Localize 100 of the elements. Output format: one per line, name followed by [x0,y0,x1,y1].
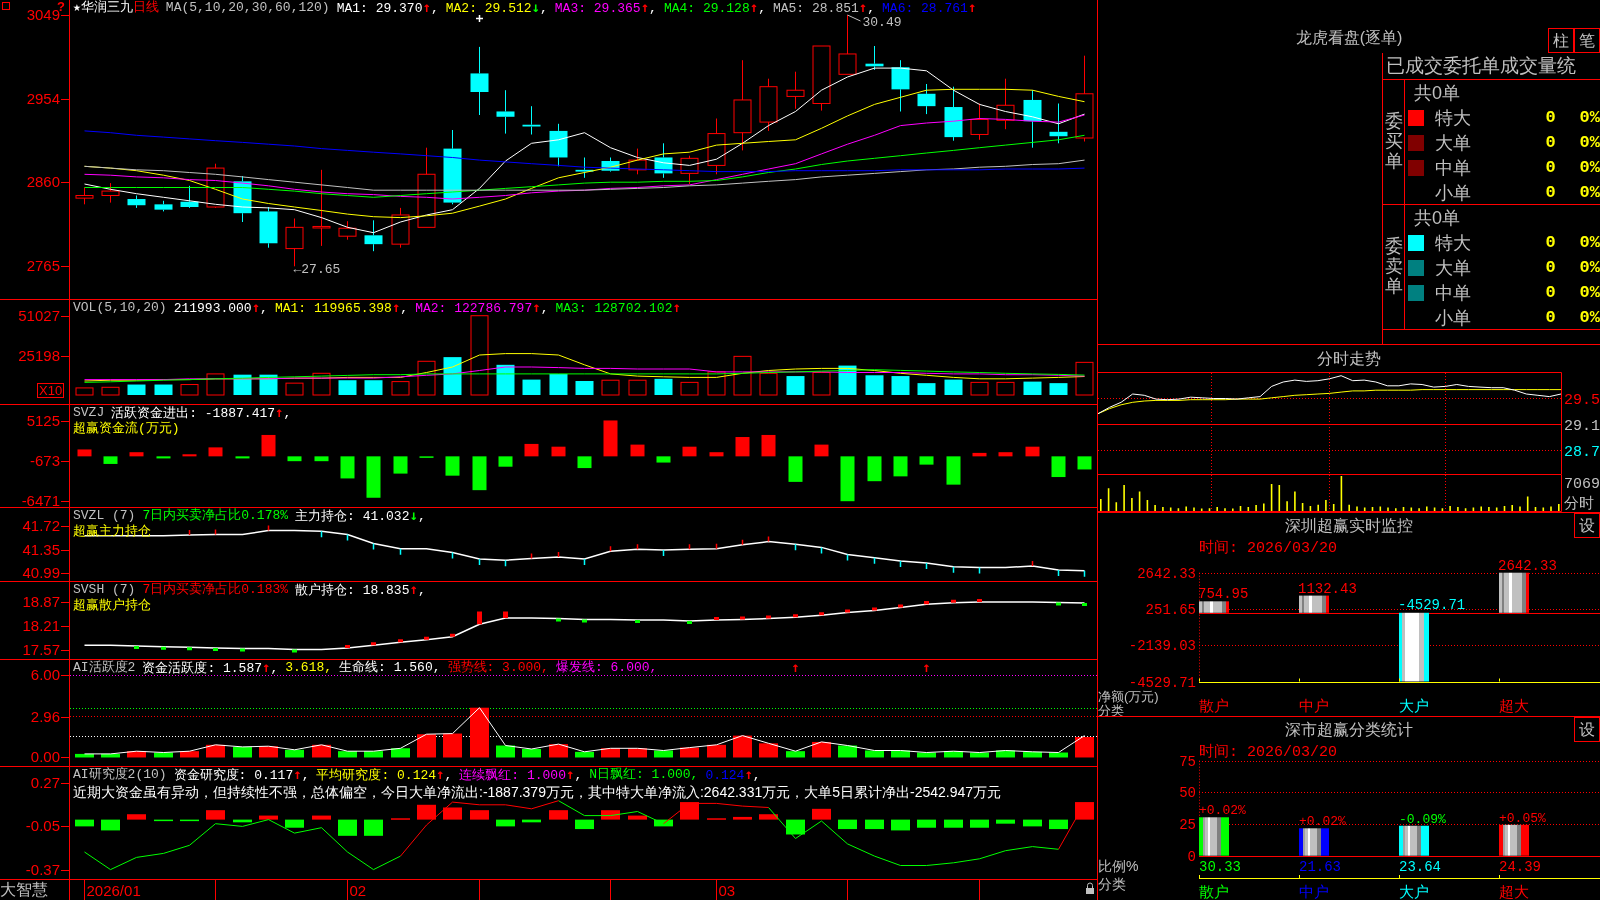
fund-flow-bar [340,456,355,479]
value-label: 754.95 [1198,586,1249,603]
candlestick [680,155,699,185]
activity-bar [154,752,173,758]
date-label: 02 [349,882,367,899]
order-percent: 0% [1579,307,1600,328]
fund-flow-bar [972,452,987,457]
section-label: 委买单 [1384,112,1403,172]
axis-label: 17.57 [22,641,60,659]
axis-label: -0.05 [25,817,60,835]
activity-bar [759,743,778,758]
axis-label: 50 [1179,785,1196,802]
fund-flow-bar [287,456,302,462]
legend-text: 超赢资金流(万元) [73,421,180,436]
volume-bar [391,381,410,396]
activity-bar [891,750,910,758]
panel-title: 深圳超赢实时监控 [1285,515,1413,536]
activity-bar [838,745,857,758]
signal-arrow: ↑ [791,660,800,675]
axis-label: 2.96 [30,707,60,725]
settings-button[interactable]: 设 [1574,717,1600,742]
value-label: 1132.43 [1298,580,1357,597]
plus-marker-icon [475,14,484,23]
activity-bar [786,751,805,758]
axis-label: 0 [1187,848,1196,865]
candlestick [575,157,594,179]
candlestick [1023,89,1042,149]
view-toggle-button[interactable]: 笔 [1574,28,1600,53]
research-bar [654,819,673,827]
research-bar [312,815,331,820]
legend-text: MA(5,10,20,30,60,120) [165,0,330,16]
fund-flow-bar [630,444,645,457]
candlestick [75,187,94,205]
activity-bar [338,751,357,758]
fund-flow-bar [867,456,882,482]
fund-flow-bar [735,437,750,457]
volume-bar [1049,383,1068,395]
activity-bar [470,707,489,758]
research-bar [917,819,936,828]
activity-bar [812,741,831,758]
settings-button[interactable]: 设 [1574,513,1600,538]
candlestick [549,123,568,167]
change-label: +0.05% [1499,810,1546,826]
candlestick [628,148,647,175]
multiplier-label: X10 [37,383,65,398]
fund-flow-bar [788,456,803,482]
legend-text: N日飘红: 1.000, [589,767,699,783]
candlestick [865,45,884,71]
fund-flow-bar [182,454,197,457]
legend-text: 主力持仓: 41.032↓, [295,508,426,524]
legend-text: AI研究度2(10) [73,767,167,783]
axis-label: 18.87 [22,593,60,610]
axis-title: 净额(万元) [1098,689,1159,704]
fund-flow-bar [208,447,223,457]
candlestick [891,59,910,112]
volume-bar [127,384,146,395]
square-icon [2,2,10,10]
view-toggle-button[interactable]: 柱 [1548,28,1574,53]
order-percent: 0% [1579,257,1600,278]
order-type: 中单 [1435,281,1471,304]
axis-label: -6471 [21,492,60,507]
order-type: 特大 [1435,106,1471,129]
activity-bar [285,749,304,758]
fund-flow-bar [577,456,592,469]
research-bar [180,819,199,822]
fund-flow-bar [129,452,144,457]
activity-bar [1023,751,1042,758]
candlestick [496,89,515,135]
axis-label: -2139.03 [1128,638,1196,655]
stock-title: ★华润三九日线 [73,0,159,16]
value-label: 30.33 [1199,859,1241,875]
fund-flow-bar [1025,446,1040,457]
order-type: 大单 [1435,256,1471,279]
fund-flow-bar [893,456,908,477]
fund-flow-bar [919,456,934,465]
volume-bar [549,373,568,395]
research-bar [733,816,752,820]
order-percent: 0% [1579,282,1600,303]
fund-flow-bar [77,449,92,457]
axis-label: 40.99 [22,564,60,581]
candlestick [944,86,963,142]
candlestick [101,182,120,204]
research-bar [206,810,225,820]
fund-flow-bar [814,444,829,457]
candlestick [1049,103,1068,144]
volume-bar [786,376,805,395]
volume-bar [1023,381,1042,395]
order-type: 特大 [1435,231,1471,254]
fund-flow-bar [498,456,513,467]
fund-flow-bar [366,456,381,498]
volume-bar [338,380,357,395]
candlestick [812,45,831,112]
legend-text: 活跃资金进出: -1887.417↑, [111,405,292,421]
order-total: 共0单 [1414,206,1460,229]
activity-bar [575,751,594,758]
low-price-label: ←27.65 [293,262,341,278]
value-label: 24.39 [1499,859,1541,875]
order-count: 0 [1545,132,1556,153]
category-label: 大户 [1399,697,1429,714]
research-bar [1075,802,1094,820]
